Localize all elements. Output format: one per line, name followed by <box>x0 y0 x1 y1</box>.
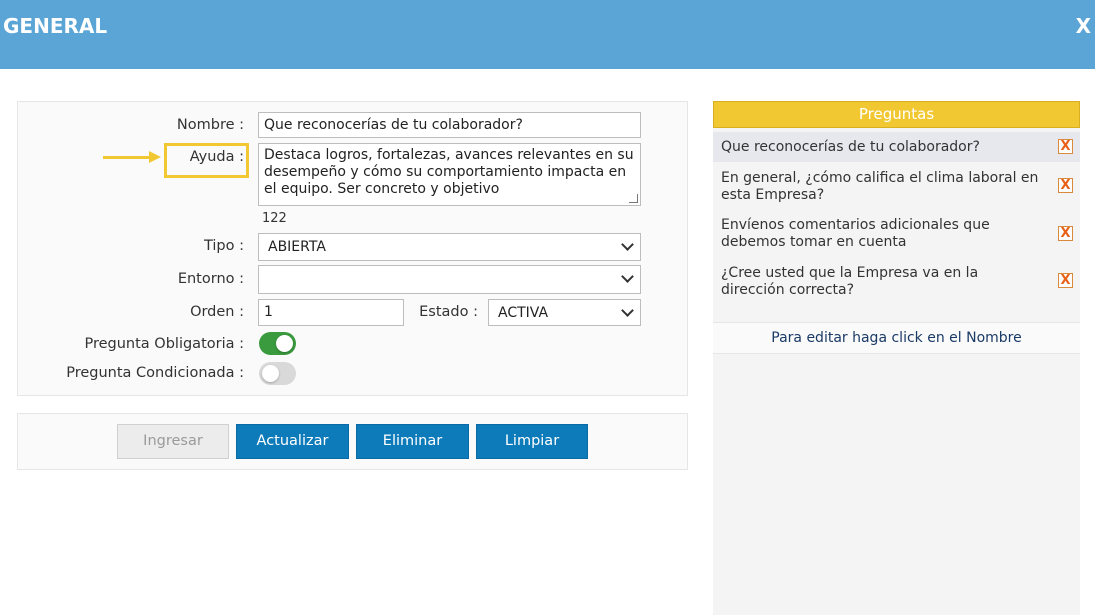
callout-arrow-icon <box>149 151 161 163</box>
questions-header: Preguntas <box>713 101 1080 128</box>
delete-icon[interactable]: X <box>1058 273 1073 288</box>
chevron-down-icon <box>621 270 634 283</box>
callout-arrow-line <box>103 156 151 159</box>
chevron-down-icon <box>621 238 634 251</box>
ingresar-button[interactable]: Ingresar <box>117 424 229 459</box>
dialog-header: GENERAL X <box>0 0 1095 69</box>
ayuda-textarea[interactable]: Destaca logros, fortalezas, avances rele… <box>258 143 641 206</box>
condicionada-label: Pregunta Condicionada : <box>66 365 244 381</box>
entorno-select[interactable] <box>258 265 641 294</box>
tipo-select[interactable]: ABIERTA <box>258 233 641 261</box>
toggle-knob <box>276 335 293 352</box>
nombre-label: Nombre : <box>176 117 244 133</box>
toggle-knob <box>262 365 279 382</box>
edit-hint: Para editar haga click en el Nombre <box>713 322 1080 354</box>
question-name[interactable]: ¿Cree usted que la Empresa va en la dire… <box>721 265 1046 299</box>
question-item[interactable]: ¿Cree usted que la Empresa va en la dire… <box>713 265 1080 305</box>
question-item[interactable]: Envíenos comentarios adicionales que deb… <box>713 217 1080 257</box>
question-name[interactable]: Envíenos comentarios adicionales que deb… <box>721 217 1046 251</box>
question-name[interactable]: Que reconocerías de tu colaborador? <box>721 139 1046 156</box>
obligatoria-label: Pregunta Obligatoria : <box>84 336 244 352</box>
ayuda-text: Destaca logros, fortalezas, avances rele… <box>264 147 634 197</box>
tipo-label: Tipo : <box>203 238 244 254</box>
nombre-input[interactable]: Que reconocerías de tu colaborador? <box>258 112 641 138</box>
estado-label: Estado : <box>419 304 478 320</box>
condicionada-toggle[interactable] <box>259 362 296 385</box>
actualizar-button[interactable]: Actualizar <box>236 424 349 459</box>
char-counter: 122 <box>262 211 287 226</box>
resize-handle-icon[interactable] <box>629 194 638 203</box>
orden-input[interactable]: 1 <box>258 299 404 326</box>
dialog-title: GENERAL <box>3 14 108 38</box>
delete-icon[interactable]: X <box>1058 226 1073 241</box>
question-name[interactable]: En general, ¿cómo califica el clima labo… <box>721 170 1046 204</box>
ayuda-label: Ayuda : <box>189 149 244 165</box>
delete-icon[interactable]: X <box>1058 139 1073 154</box>
chevron-down-icon <box>621 304 634 317</box>
obligatoria-toggle[interactable] <box>259 332 296 355</box>
question-item[interactable]: En general, ¿cómo califica el clima labo… <box>713 170 1080 210</box>
entorno-label: Entorno : <box>177 271 244 287</box>
limpiar-button[interactable]: Limpiar <box>476 424 588 459</box>
delete-icon[interactable]: X <box>1058 178 1073 193</box>
eliminar-button[interactable]: Eliminar <box>356 424 469 459</box>
close-icon[interactable]: X <box>1076 14 1091 38</box>
question-item[interactable]: Que reconocerías de tu colaborador? X <box>713 132 1080 162</box>
estado-select[interactable]: ACTIVA <box>488 299 641 326</box>
tipo-value: ABIERTA <box>268 239 326 255</box>
estado-value: ACTIVA <box>498 305 549 321</box>
orden-label: Orden : <box>190 304 244 320</box>
